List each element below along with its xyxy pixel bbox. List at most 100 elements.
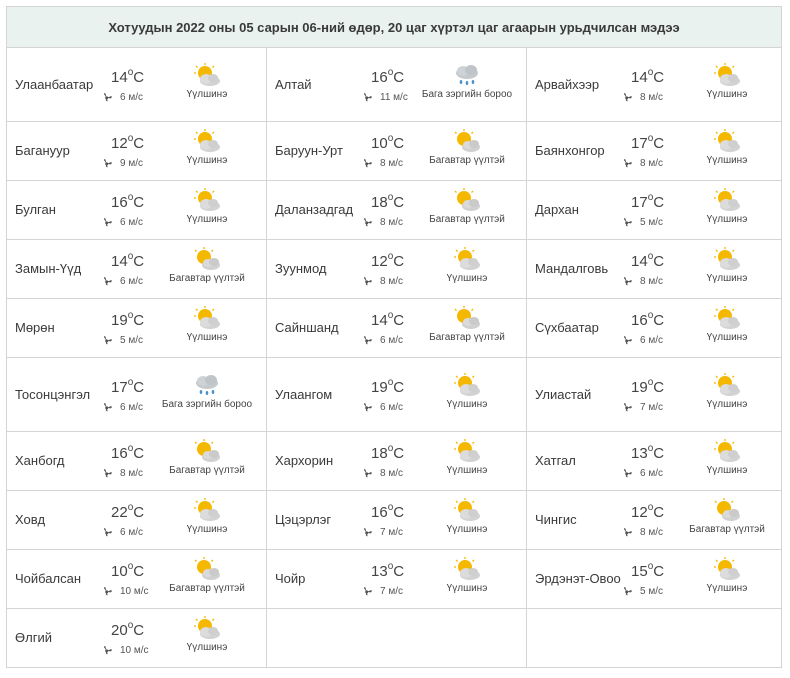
wind-speed: 6 м/с: [103, 400, 143, 415]
condition-text: Багавтар үүлтэй: [689, 524, 765, 535]
city-name: Улаанбаатар: [15, 76, 94, 92]
temperature: 10oC: [371, 133, 405, 152]
city-forecast-cell: Баганууp 12oC 9 м/с Үүлшинэ: [7, 122, 267, 181]
temperature: 14oC: [111, 251, 145, 270]
partly-cloudy-icon: [157, 128, 257, 154]
wind-icon: [623, 584, 640, 599]
city-forecast-cell: Чойбалсан 10oC 10 м/с Багавтар үүлтэй: [7, 550, 267, 609]
city-name: Зуунмод: [275, 261, 327, 276]
mostly-sunny-icon: [157, 556, 257, 582]
wind-speed: 9 м/с: [103, 156, 143, 171]
condition-text: Үүлшинэ: [706, 332, 748, 343]
city-name: Хатгал: [535, 453, 576, 468]
wind-icon: [103, 156, 120, 171]
temperature: 22oC: [111, 502, 145, 521]
partly-cloudy-icon: [157, 497, 257, 523]
wind-icon: [363, 525, 380, 540]
partly-cloudy-icon: [677, 438, 777, 464]
wind-icon: [103, 215, 120, 230]
weather-condition: Багавтар үүлтэй: [157, 246, 257, 285]
city-name: Баруун-Урт: [275, 143, 343, 158]
weather-condition: Бага зэргийн бороо: [417, 62, 517, 101]
wind-icon: [103, 584, 120, 599]
wind-speed: 8 м/с: [623, 525, 663, 540]
temperature: 13oC: [631, 443, 665, 462]
wind-icon: [363, 90, 380, 105]
mostly-sunny-icon: [157, 438, 257, 464]
city-name: Сүхбаатар: [535, 320, 599, 335]
wind-speed: 7 м/с: [623, 400, 663, 415]
city-name: Сайншанд: [275, 320, 339, 335]
wind-speed: 6 м/с: [103, 90, 143, 105]
wind-icon: [363, 400, 380, 415]
weather-condition: Бага зэргийн бороо: [157, 372, 257, 411]
city-forecast-cell: Зуунмод 12oC 8 м/с Үүлшинэ: [267, 240, 527, 299]
weather-condition: Үүлшинэ: [677, 187, 777, 226]
partly-cloudy-icon: [157, 615, 257, 641]
wind-speed: 8 м/с: [363, 156, 403, 171]
mostly-sunny-icon: [417, 128, 517, 154]
wind-speed: 10 м/с: [103, 643, 149, 658]
temperature: 16oC: [371, 502, 405, 521]
wind-icon: [623, 90, 640, 105]
condition-text: Үүлшинэ: [446, 399, 488, 410]
city-forecast-cell: Ховд 22oC 6 м/с Үүлшинэ: [7, 491, 267, 550]
weather-condition: Үүлшинэ: [677, 246, 777, 285]
temperature: 16oC: [371, 67, 405, 86]
partly-cloudy-icon: [677, 246, 777, 272]
partly-cloudy-icon: [417, 372, 517, 398]
wind-speed: 6 м/с: [623, 466, 663, 481]
wind-icon: [623, 333, 640, 348]
temperature: 16oC: [111, 192, 145, 211]
wind-speed: 6 м/с: [363, 400, 403, 415]
city-name: Даланзадгад: [275, 202, 354, 217]
condition-text: Багавтар үүлтэй: [169, 273, 245, 284]
weather-condition: Багавтар үүлтэй: [417, 305, 517, 344]
condition-text: Үүлшинэ: [706, 214, 748, 225]
weather-condition: Үүлшинэ: [157, 187, 257, 226]
weather-condition: Багавтар үүлтэй: [157, 556, 257, 595]
condition-text: Багавтар үүлтэй: [169, 583, 245, 594]
wind-icon: [363, 274, 380, 289]
condition-text: Үүлшинэ: [186, 155, 228, 166]
city-name: Өлгий: [15, 630, 52, 645]
condition-text: Үүлшинэ: [446, 583, 488, 594]
partly-cloudy-icon: [157, 62, 257, 88]
temperature: 19oC: [371, 377, 405, 396]
city-name: Алтай: [275, 76, 312, 92]
wind-icon: [103, 466, 120, 481]
forecast-table: Хотуудын 2022 оны 05 сарын 06-ний өдөр, …: [6, 6, 782, 668]
city-name: Мөрөн: [15, 320, 55, 335]
weather-condition: Үүлшинэ: [677, 438, 777, 477]
partly-cloudy-icon: [157, 305, 257, 331]
wind-icon: [103, 333, 120, 348]
temperature: 18oC: [371, 192, 405, 211]
wind-speed: 8 м/с: [363, 466, 403, 481]
weather-condition: Үүлшинэ: [417, 497, 517, 536]
condition-text: Бага зэргийн бороо: [421, 89, 513, 100]
temperature: 12oC: [371, 251, 405, 270]
city-forecast-cell: Улаанбаатар 14oC 6 м/с Үүлшинэ: [7, 48, 267, 122]
temperature: 16oC: [631, 310, 665, 329]
light-rain-icon: [157, 372, 257, 398]
temperature: 14oC: [631, 251, 665, 270]
city-forecast-cell: Улаангом 19oC 6 м/с Үүлшинэ: [267, 358, 527, 432]
temperature: 17oC: [631, 192, 665, 211]
weather-condition: Үүлшинэ: [417, 438, 517, 477]
city-name: Эрдэнэт-Овоо: [535, 571, 621, 586]
wind-icon: [103, 525, 120, 540]
mostly-sunny-icon: [157, 246, 257, 272]
city-forecast-cell: Улиастай 19oC 7 м/с Үүлшинэ: [527, 358, 781, 432]
condition-text: Үүлшинэ: [446, 273, 488, 284]
condition-text: Багавтар үүлтэй: [429, 214, 505, 225]
city-forecast-cell: Алтай 16oC 11 м/с Бага зэргийн бороо: [267, 48, 527, 122]
city-forecast-cell: Булган 16oC 6 м/с Үүлшинэ: [7, 181, 267, 240]
wind-speed: 8 м/с: [363, 215, 403, 230]
city-forecast-cell: Хархорин 18oC 8 м/с Үүлшинэ: [267, 432, 527, 491]
weather-condition: Үүлшинэ: [677, 556, 777, 595]
temperature: 17oC: [631, 133, 665, 152]
wind-speed: 6 м/с: [103, 525, 143, 540]
wind-icon: [623, 400, 640, 415]
partly-cloudy-icon: [677, 372, 777, 398]
temperature: 19oC: [631, 377, 665, 396]
